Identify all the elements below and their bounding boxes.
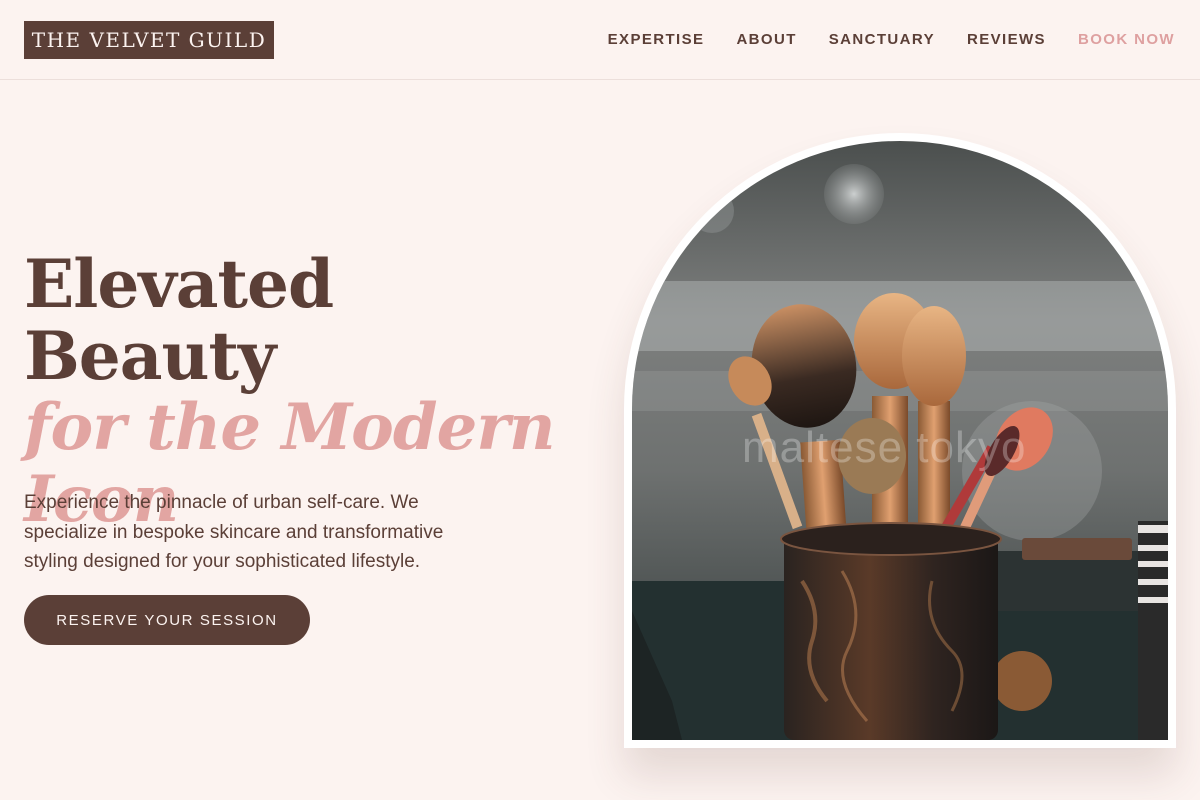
nav-link-reviews[interactable]: REVIEWS [967, 31, 1046, 48]
main-nav: EXPERTISE ABOUT SANCTUARY REVIEWS BOOK N… [608, 29, 1175, 49]
hero-image-frame: maltese tokyo [624, 133, 1176, 748]
nav-link-sanctuary[interactable]: SANCTUARY [829, 31, 935, 48]
reserve-session-button[interactable]: RESERVE YOUR SESSION [24, 595, 310, 645]
hero-description: Experience the pinnacle of urban self-ca… [24, 492, 444, 572]
site-header: THE VELVET GUILD EXPERTISE ABOUT SANCTUA… [0, 0, 1200, 80]
hero-title-line-2: for the Modern [24, 390, 556, 465]
nav-link-book-now[interactable]: BOOK NOW [1078, 31, 1175, 48]
hero-title-line-1: Elevated Beauty [24, 245, 334, 395]
nav-link-expertise[interactable]: EXPERTISE [608, 31, 705, 48]
nav-link-about[interactable]: ABOUT [736, 31, 796, 48]
makeup-brushes-image: maltese tokyo [632, 141, 1168, 740]
image-watermark: maltese tokyo [742, 423, 1027, 472]
site-logo[interactable]: THE VELVET GUILD [24, 21, 274, 59]
